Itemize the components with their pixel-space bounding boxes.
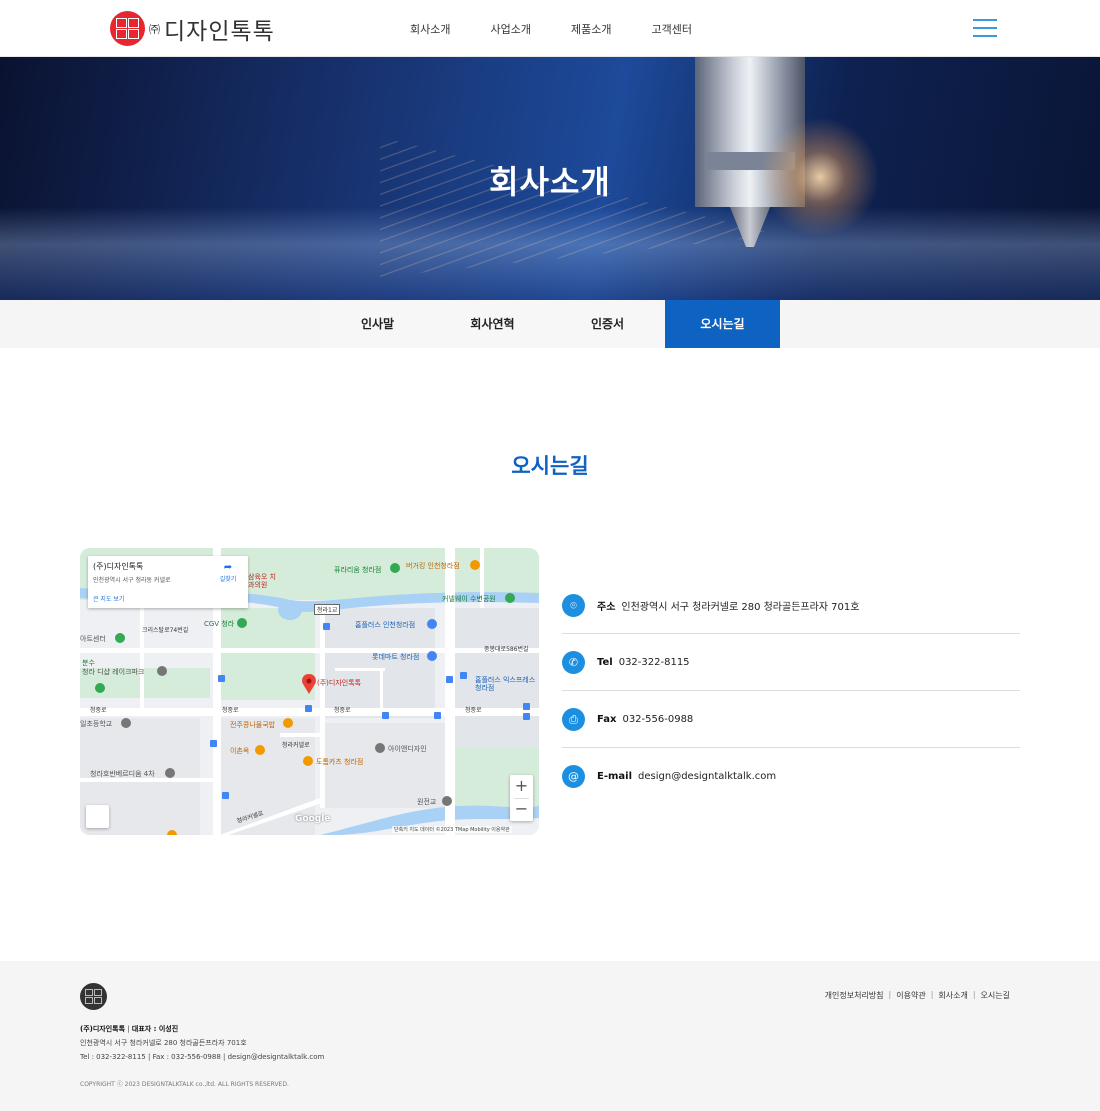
map-road-label: 중봉대로586번길	[484, 646, 529, 653]
hero-banner: 회사소개	[0, 57, 1100, 300]
map-label: 일초등학교	[80, 720, 113, 728]
footer-ceo: 대표자 : 이성진	[131, 1025, 179, 1033]
contact-label: 주소	[597, 601, 616, 613]
nav-item-support[interactable]: 고객센터	[651, 21, 691, 37]
hero-title: 회사소개	[489, 163, 611, 201]
map-card-title: (주)디자인톡톡	[93, 562, 144, 571]
contact-label: E-mail	[597, 771, 633, 782]
nav-item-company[interactable]: 회사소개	[410, 21, 450, 37]
map-label: 홈플러스 익스프레스 청라점	[475, 676, 536, 692]
map-label: 청라호반베르디움 4차	[90, 770, 155, 778]
embedded-map[interactable]: (주)디자인톡톡 퓨라리움 청라점 버거킹 인천청라점 커넬웨이 수변공원 홈플…	[80, 548, 539, 835]
map-label: 아트센터	[80, 635, 106, 643]
tab-directions[interactable]: 오시는길	[665, 300, 780, 348]
footer-line-contact: Tel : 032-322-8115 | Fax : 032-556-0988 …	[80, 1050, 324, 1064]
map-card-address: 인천광역시 서구 청라동 커넬로	[93, 577, 171, 584]
footer-link-privacy[interactable]: 개인정보처리방침	[825, 990, 884, 1001]
contact-row-tel: ✆ Tel 032-322-8115	[562, 634, 1020, 691]
footer-link-company[interactable]: 회사소개	[938, 990, 967, 1001]
map-info-card: (주)디자인톡톡 인천광역시 서구 청라동 커넬로 큰 지도 보기 ➦ 길찾기	[88, 556, 248, 608]
map-label: 청라 디샵 레이크파크	[82, 668, 145, 676]
map-label: 홈플러스 인천청라점	[355, 621, 416, 629]
contact-row-fax: ⎙ Fax 032-556-0988	[562, 691, 1020, 748]
at-email-icon: @	[562, 765, 585, 788]
fullscreen-button[interactable]	[86, 805, 109, 828]
map-road-label: 청라커넬로	[282, 742, 310, 749]
tab-certificates[interactable]: 인증서	[550, 300, 665, 348]
logo-co-mark: ㈜	[149, 22, 160, 36]
map-label: 삼육오 치과의원	[248, 573, 276, 589]
footer-line-company: (주)디자인톡톡 | 대표자 : 이성진	[80, 1022, 324, 1036]
footer-company-name: (주)디자인톡톡	[80, 1025, 126, 1033]
tab-greeting[interactable]: 인사말	[320, 300, 435, 348]
map-road-label: 청중로	[222, 707, 239, 714]
site-logo[interactable]: ㈜ 디자인톡톡	[110, 11, 275, 46]
hamburger-icon[interactable]	[973, 18, 997, 38]
map-label: 커넬웨이 수변공원	[442, 595, 496, 603]
sub-navigation: 인사말 회사연혁 인증서 오시는길	[320, 300, 780, 348]
footer-tel: Tel : 032-322-8115	[80, 1053, 146, 1061]
directions-icon: ➦	[223, 562, 233, 573]
footer-fax: Fax : 032-556-0988	[152, 1053, 221, 1061]
contact-value: 032-322-8115	[618, 656, 690, 668]
footer-copyright: COPYRIGHT ⓒ 2023 DESIGNTALKTALK co.,ltd.…	[80, 1081, 289, 1088]
zoom-in-button[interactable]: +	[510, 775, 533, 798]
contact-row-email: @ E-mail design@designtalktalk.com	[562, 748, 1020, 805]
contact-value: 인천광역시 서구 청라커넬로 280 청라골든프라자 701호	[621, 601, 860, 613]
contact-value: design@designtalktalk.com	[638, 771, 777, 782]
footer-link-directions[interactable]: 오시는길	[981, 990, 1010, 1001]
site-footer: 개인정보처리방침 | 이용약관 | 회사소개 | 오시는길 (주)디자인톡톡 |…	[0, 961, 1100, 1111]
footer-email: design@designtalktalk.com	[227, 1053, 325, 1061]
section-title: 오시는길	[511, 454, 589, 478]
map-attribution[interactable]: 단축키 지도 데이터 ©2023 TMap Mobility 이용약관	[392, 826, 512, 833]
fax-printer-icon: ⎙	[562, 707, 585, 731]
footer-links: 개인정보처리방침 | 이용약관 | 회사소개 | 오시는길	[825, 990, 1010, 1001]
site-header: ㈜ 디자인톡톡 회사소개 사업소개 제품소개 고객센터	[0, 0, 1100, 57]
view-larger-map-link[interactable]: 큰 지도 보기	[93, 594, 124, 603]
contact-value: 032-556-0988	[622, 713, 694, 725]
map-label: 아이앤디자인	[388, 745, 427, 753]
map-label: CGV 청라	[204, 620, 235, 628]
phone-icon: ✆	[562, 650, 585, 674]
logo-text: 디자인톡톡	[164, 18, 275, 45]
tab-history[interactable]: 회사연혁	[435, 300, 550, 348]
google-logo: Google	[295, 814, 331, 824]
footer-link-terms[interactable]: 이용약관	[896, 990, 925, 1001]
contact-label: Fax	[597, 713, 617, 725]
location-pin-icon: ⌾	[562, 593, 585, 617]
contact-info-list: ⌾ 주소 인천광역시 서구 청라커넬로 280 청라골든프라자 701호 ✆ T…	[562, 577, 1020, 805]
footer-separator: |	[888, 990, 892, 999]
nav-item-products[interactable]: 제품소개	[571, 21, 611, 37]
contact-label: Tel	[597, 656, 613, 668]
map-label: 전주콩나물국밥	[230, 721, 276, 729]
zoom-divider	[514, 798, 529, 799]
zoom-controls: + −	[510, 775, 533, 821]
nav-item-business[interactable]: 사업소개	[490, 21, 530, 37]
map-road-label: 청중로	[465, 707, 482, 714]
map-road-label: 청라1교	[314, 604, 341, 615]
map-label: 롯데마트 청라점	[372, 653, 420, 661]
map-road-label: 청중로	[90, 707, 107, 714]
zoom-out-button[interactable]: −	[510, 798, 533, 821]
map-label: 원전교	[417, 798, 437, 806]
contact-row-address: ⌾ 주소 인천광역시 서구 청라커넬로 280 청라골든프라자 701호	[562, 577, 1020, 634]
map-road-label: 크리스탈로74번길	[142, 627, 189, 634]
footer-logo-icon	[80, 983, 107, 1010]
map-label: 퓨라리움 청라점	[334, 566, 382, 574]
directions-button[interactable]: ➦ 길찾기	[216, 562, 240, 583]
map-road-label: 청중로	[334, 707, 351, 714]
main-nav: 회사소개 사업소개 제품소개 고객센터	[390, 0, 712, 57]
map-label: 분수	[82, 659, 95, 667]
map-label: 이촌옥	[230, 747, 250, 755]
map-label-company: (주)디자인톡톡	[317, 679, 362, 687]
logo-mark-icon	[110, 11, 145, 46]
footer-company-info: (주)디자인톡톡 | 대표자 : 이성진 인천광역시 서구 청라커넬로 280 …	[80, 1022, 324, 1064]
footer-separator: |	[930, 990, 934, 999]
directions-label: 길찾기	[219, 576, 237, 583]
footer-separator: |	[972, 990, 976, 999]
map-label: 도톰카츠 청라점	[316, 758, 364, 766]
map-label: 버거킹 인천청라점	[406, 562, 460, 570]
footer-address: 인천광역시 서구 청라커넬로 280 청라골든프라자 701호	[80, 1039, 247, 1047]
